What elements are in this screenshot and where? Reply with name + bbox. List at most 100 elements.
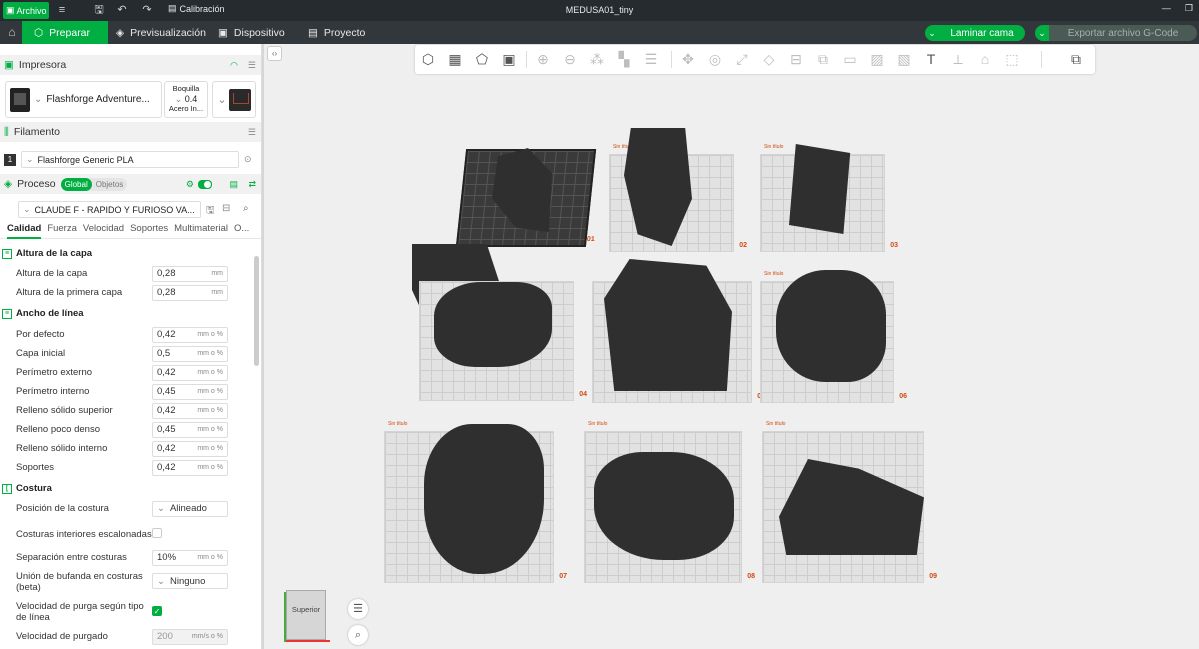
setting-input[interactable]: 0,42 mm o % xyxy=(152,364,228,381)
setting-label: Separación entre costuras xyxy=(16,552,127,563)
remove-instance-icon[interactable]: ⊖ xyxy=(561,50,579,68)
list-icon[interactable]: ☰ xyxy=(348,599,368,619)
3d-viewport[interactable]: ‹› ⬡ ▦ ⬠ ▣ ⊕ ⊖ ⁂ ▚ ☰ ✥ ◎ ⤢ ◇ ⊟ ⧉ ▭ ▨ ▧ T… xyxy=(264,44,1199,649)
preset-compare-icon[interactable]: ⊟ xyxy=(222,203,230,214)
setting-input[interactable]: 0,45 mm o % xyxy=(152,383,228,400)
view-cube[interactable]: Superior xyxy=(284,590,330,642)
tab-others[interactable]: O... xyxy=(234,223,249,238)
medusa-model[interactable] xyxy=(434,282,552,367)
process-compare-icon[interactable]: ⇄ xyxy=(248,179,256,190)
fuzzy-skin-icon[interactable]: ▧ xyxy=(895,50,913,68)
cut-icon[interactable]: ⊟ xyxy=(787,50,805,68)
tab-dispositivo[interactable]: ▣ Dispositivo xyxy=(206,21,285,44)
seam-position-select[interactable]: ⌄ Alineado xyxy=(152,500,228,517)
printer-section-header: ▣ Impresora ◠ ☰ xyxy=(0,55,261,75)
tab-calidad[interactable]: Calidad xyxy=(7,223,42,239)
home-icon[interactable]: ⌂ xyxy=(4,25,20,41)
add-object-icon[interactable]: ⬡ xyxy=(419,50,437,68)
plate-number: 04 xyxy=(579,391,587,398)
add-instance-icon[interactable]: ⊕ xyxy=(534,50,552,68)
assembly-icon[interactable]: ⌂ xyxy=(976,50,994,68)
tab-fuerza[interactable]: Fuerza xyxy=(47,223,77,238)
mesh-repair-icon[interactable]: ⬚ xyxy=(1003,50,1021,68)
seam-paint-icon[interactable]: ▨ xyxy=(868,50,886,68)
sidebar-scrollbar[interactable] xyxy=(254,256,259,366)
plate-number: 09 xyxy=(929,573,937,580)
setting-input[interactable]: 0,28 mm xyxy=(152,265,228,282)
toggle-objects[interactable]: Objetos xyxy=(92,180,128,189)
advanced-switch[interactable] xyxy=(198,179,212,189)
nozzle-material: Acero In... xyxy=(168,104,204,113)
filament-edit-icon[interactable]: ⊙ xyxy=(244,154,252,165)
split-objects-icon[interactable]: ⁂ xyxy=(588,50,606,68)
staggered-seam-checkbox[interactable] xyxy=(152,528,162,538)
split-parts-icon[interactable]: ▚ xyxy=(615,50,633,68)
nozzle-selector[interactable]: Boquilla ⌄ 0.4 Acero In... xyxy=(164,81,208,118)
search-icon[interactable]: ⌕ xyxy=(243,203,249,214)
chevron-down-icon[interactable]: ⌄ xyxy=(925,28,939,39)
tab-multimaterial[interactable]: Multimaterial xyxy=(174,223,228,238)
setting-value: 0,42 xyxy=(157,462,176,473)
setting-input[interactable]: 0,42 mm o % xyxy=(152,326,228,343)
setting-label: Perímetro externo xyxy=(16,367,93,378)
medusa-model[interactable] xyxy=(604,259,732,391)
setting-input[interactable]: 0,45 mm o % xyxy=(152,421,228,438)
minimize-icon[interactable]: — xyxy=(1162,3,1171,14)
setting-input[interactable]: 0,42 mm o % xyxy=(152,402,228,419)
lay-on-face-icon[interactable]: ◇ xyxy=(760,50,778,68)
setting-input[interactable]: 10% mm o % xyxy=(152,549,228,566)
tab-dispositivo-label: Dispositivo xyxy=(233,26,285,39)
chevron-down-icon[interactable]: ⌄ xyxy=(1035,25,1049,41)
add-plate-icon[interactable]: ▦ xyxy=(446,50,464,68)
export-gcode-button[interactable]: ⌄ Exportar archivo G-Code xyxy=(1035,25,1197,41)
build-plate-icon xyxy=(228,88,251,111)
view-cube-label: Superior xyxy=(291,605,321,614)
global-objects-toggle[interactable]: Global Objetos xyxy=(60,177,128,191)
process-preset-selector[interactable]: ⌄ CLAUDE F - RAPIDO Y FURIOSO VA... xyxy=(18,201,201,218)
printer-settings-icon[interactable]: ☰ xyxy=(248,60,256,71)
save-preset-icon[interactable]: 🖫 xyxy=(206,203,215,220)
build-plate-selector[interactable]: ⌄ xyxy=(212,81,256,118)
filament-settings-icon[interactable]: ☰ xyxy=(248,127,256,138)
nozzle-value: 0.4 xyxy=(184,94,198,104)
filament-selector[interactable]: ⌄ Flashforge Generic PLA xyxy=(21,151,239,168)
measure-icon[interactable]: ⟂ xyxy=(949,50,967,68)
printer-selector[interactable]: ⌄ Flashforge Adventure... xyxy=(5,81,162,118)
medusa-model[interactable] xyxy=(594,452,734,560)
orient-icon[interactable]: ⬠ xyxy=(473,50,491,68)
process-list-icon[interactable]: ▤ xyxy=(229,179,238,190)
tab-proyecto[interactable]: ▤ Proyecto xyxy=(296,21,365,44)
collapse-sidebar-button[interactable]: ‹› xyxy=(267,46,282,61)
setting-input[interactable]: 0,28 mm xyxy=(152,284,228,301)
wipe-speed-checkbox[interactable]: ✓ xyxy=(152,606,162,616)
setting-input[interactable]: 200 mm/s o % xyxy=(152,628,228,645)
boolean-icon[interactable]: ⧉ xyxy=(814,50,832,68)
rotate-icon[interactable]: ◎ xyxy=(706,50,724,68)
arrange-icon[interactable]: ▣ xyxy=(500,50,518,68)
wifi-icon[interactable]: ◠ xyxy=(230,60,238,71)
scale-icon[interactable]: ⤢ xyxy=(733,50,751,68)
plate-number: 03 xyxy=(890,242,898,249)
move-icon[interactable]: ✥ xyxy=(679,50,697,68)
text-icon[interactable]: T xyxy=(922,50,940,68)
setting-row: Relleno poco denso 0,45 mm o % xyxy=(16,421,230,438)
plate-layout-icon[interactable]: ⧉ xyxy=(1067,50,1085,68)
support-paint-icon[interactable]: ▭ xyxy=(841,50,859,68)
tab-previsualizacion[interactable]: ◈ Previsualización xyxy=(104,21,206,44)
tab-preparar[interactable]: ⬡ Preparar xyxy=(22,21,108,44)
tab-soportes[interactable]: Soportes xyxy=(130,223,168,238)
scarf-seam-select[interactable]: ⌄ Ninguno xyxy=(152,573,228,589)
toggle-global[interactable]: Global xyxy=(60,177,92,191)
medusa-model[interactable] xyxy=(776,270,886,382)
slice-button[interactable]: ⌄ Laminar cama xyxy=(925,25,1025,41)
setting-input[interactable]: 0,5 mm o % xyxy=(152,345,228,362)
zoom-icon[interactable]: ⌕ xyxy=(348,625,368,645)
layers-editing-icon[interactable]: ☰ xyxy=(642,50,660,68)
setting-input[interactable]: 0,42 mm o % xyxy=(152,440,228,457)
medusa-model[interactable] xyxy=(424,424,544,574)
setting-input[interactable]: 0,42 mm o % xyxy=(152,459,228,476)
tab-preparar-label: Preparar xyxy=(49,26,91,39)
tab-velocidad[interactable]: Velocidad xyxy=(83,223,124,238)
device-icon: ▣ xyxy=(218,26,228,39)
maximize-icon[interactable]: ❐ xyxy=(1185,3,1193,14)
